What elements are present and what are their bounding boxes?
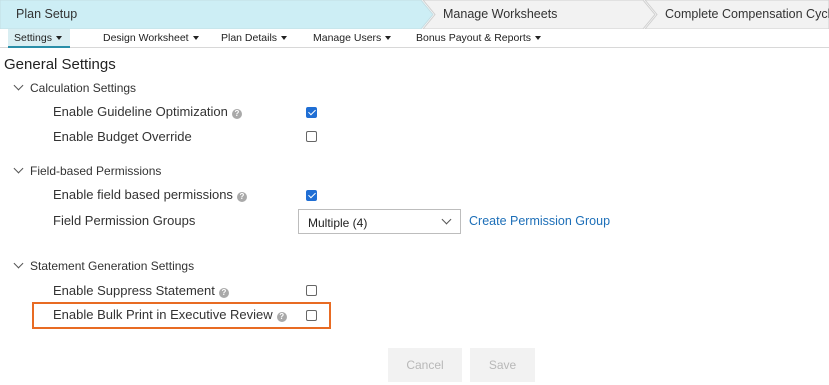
caret-down-icon: [55, 36, 62, 40]
create-permission-group-link[interactable]: Create Permission Group: [469, 214, 610, 228]
sub-navigation: Settings Design Worksheet Plan Details M…: [0, 29, 829, 48]
checkbox-field-based-permissions[interactable]: [306, 190, 317, 201]
nav-plan-details-label: Plan Details: [221, 32, 278, 44]
checkbox-guideline-optimization[interactable]: [306, 107, 317, 118]
label-budget-override: Enable Budget Override: [53, 129, 192, 144]
chevron-down-icon: [13, 163, 24, 174]
caret-down-icon: [192, 36, 199, 40]
nav-settings[interactable]: Settings: [8, 29, 70, 48]
checkbox-suppress-statement[interactable]: [306, 285, 317, 296]
select-value: Multiple (4): [308, 216, 368, 230]
nav-manage-users[interactable]: Manage Users: [313, 29, 392, 48]
label-suppress-statement: Enable Suppress Statement: [53, 283, 215, 298]
page-title: General Settings: [4, 56, 116, 73]
section-calculation-title: Calculation Settings: [30, 81, 137, 95]
row-suppress-statement: Enable Suppress Statement?: [53, 283, 229, 298]
nav-plan-details[interactable]: Plan Details: [221, 29, 288, 48]
row-field-based-permissions: Enable field based permissions?: [53, 187, 247, 202]
nav-bonus-payout-reports[interactable]: Bonus Payout & Reports: [416, 29, 541, 48]
checkbox-budget-override[interactable]: [306, 131, 317, 142]
row-guideline-optimization: Enable Guideline Optimization?: [53, 104, 242, 119]
label-bulk-print-executive-review: Enable Bulk Print in Executive Review: [53, 307, 273, 322]
label-field-permission-groups: Field Permission Groups: [53, 213, 196, 228]
nav-settings-label: Settings: [14, 32, 52, 44]
caret-down-icon: [385, 36, 392, 40]
help-circle-icon[interactable]: ?: [218, 288, 229, 298]
section-statement-generation-settings[interactable]: Statement Generation Settings: [13, 258, 195, 273]
help-circle-icon[interactable]: ?: [276, 312, 287, 322]
field-permission-groups-select[interactable]: Multiple (4): [298, 209, 461, 234]
help-circle-icon[interactable]: ?: [231, 109, 242, 119]
step-manage-worksheets[interactable]: Manage Worksheets: [443, 7, 557, 21]
chevron-down-icon: [13, 80, 24, 91]
caret-down-icon: [281, 36, 288, 40]
step-complete-compensation-cycle[interactable]: Complete Compensation Cycle: [665, 7, 829, 21]
section-field-permissions-title: Field-based Permissions: [30, 164, 162, 178]
label-field-based-permissions: Enable field based permissions: [53, 187, 233, 202]
nav-bonus-payout-reports-label: Bonus Payout & Reports: [416, 32, 531, 44]
checkbox-bulk-print-executive-review[interactable]: [306, 310, 317, 321]
process-step-bar: Plan Setup Manage Worksheets Complete Co…: [0, 0, 829, 29]
row-bulk-print-executive-review: Enable Bulk Print in Executive Review?: [53, 307, 287, 322]
section-calculation-settings[interactable]: Calculation Settings: [13, 80, 137, 95]
nav-design-worksheet[interactable]: Design Worksheet: [103, 29, 199, 48]
chevron-down-icon: [13, 258, 24, 269]
nav-design-worksheet-label: Design Worksheet: [103, 32, 189, 44]
cancel-button[interactable]: Cancel: [388, 348, 462, 382]
step-plan-setup[interactable]: Plan Setup: [16, 7, 77, 21]
caret-down-icon: [534, 36, 541, 40]
section-statement-title: Statement Generation Settings: [30, 259, 195, 273]
nav-manage-users-label: Manage Users: [313, 32, 382, 44]
section-field-based-permissions[interactable]: Field-based Permissions: [13, 163, 162, 178]
label-guideline-optimization: Enable Guideline Optimization: [53, 104, 228, 119]
save-button[interactable]: Save: [470, 348, 535, 382]
help-circle-icon[interactable]: ?: [236, 192, 247, 202]
chevron-down-icon: [441, 214, 452, 225]
